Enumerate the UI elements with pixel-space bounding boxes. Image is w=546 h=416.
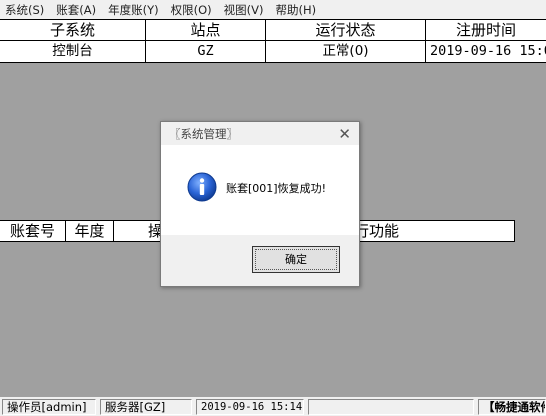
- close-icon[interactable]: ✕: [338, 125, 351, 143]
- subsystem-table: 子系统 站点 运行状态 注册时间 控制台 GZ 正常(0) 2019-09-16…: [0, 19, 546, 63]
- column-header-status[interactable]: 运行状态: [266, 20, 426, 41]
- column-header-account-no[interactable]: 账套号: [0, 221, 66, 241]
- column-header-subsystem[interactable]: 子系统: [0, 20, 146, 41]
- dialog-body: 账套[001]恢复成功!: [161, 145, 359, 235]
- cell-site: GZ: [146, 41, 266, 62]
- status-extra: [308, 399, 474, 415]
- table-header-row: 子系统 站点 运行状态 注册时间: [0, 20, 546, 41]
- status-brand: 【畅捷通软件: [478, 399, 546, 415]
- column-header-register-time[interactable]: 注册时间: [426, 20, 546, 41]
- cell-subsystem: 控制台: [0, 41, 146, 62]
- column-header-year[interactable]: 年度: [66, 221, 114, 241]
- menu-system[interactable]: 系统(S): [0, 2, 50, 18]
- cell-status: 正常(0): [266, 41, 426, 62]
- menu-permission[interactable]: 权限(O): [165, 2, 218, 18]
- menu-bar: 系统(S) 账套(A) 年度账(Y) 权限(O) 视图(V) 帮助(H): [0, 0, 546, 19]
- message-dialog: 〖系统管理〗 ✕ 账套[001]恢复成功! 确定: [160, 121, 360, 287]
- table-row[interactable]: 控制台 GZ 正常(0) 2019-09-16 15:0: [0, 41, 546, 62]
- ok-button[interactable]: 确定: [252, 246, 340, 273]
- menu-account[interactable]: 账套(A): [50, 2, 102, 18]
- info-icon: [187, 172, 217, 202]
- status-datetime: 2019-09-16 15:14: [196, 399, 304, 415]
- dialog-title: 〖系统管理〗: [169, 127, 238, 141]
- menu-view[interactable]: 视图(V): [218, 2, 270, 18]
- dialog-message: 账套[001]恢复成功!: [226, 182, 326, 195]
- menu-help[interactable]: 帮助(H): [270, 2, 323, 18]
- status-operator: 操作员[admin]: [2, 399, 96, 415]
- cell-register-time: 2019-09-16 15:0: [430, 43, 546, 59]
- column-header-function[interactable]: 行功能: [354, 221, 474, 241]
- status-server: 服务器[GZ]: [100, 399, 192, 415]
- status-bar: 操作员[admin] 服务器[GZ] 2019-09-16 15:14 【畅捷通…: [0, 397, 546, 416]
- menu-year-account[interactable]: 年度账(Y): [102, 2, 165, 18]
- column-header-site[interactable]: 站点: [146, 20, 266, 41]
